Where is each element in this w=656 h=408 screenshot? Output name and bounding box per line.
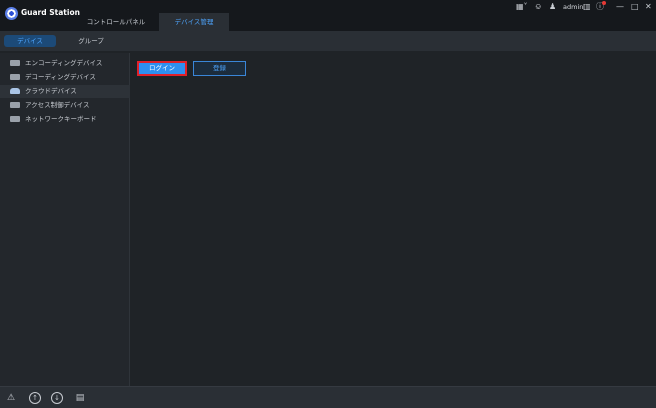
sidebar-item-label: デコーディングデバイス [25, 73, 96, 81]
register-button[interactable]: 登録 [193, 61, 246, 76]
device-type-sidebar: エンコーディングデバイス デコーディングデバイス クラウドデバイス アクセス制御… [0, 53, 130, 386]
sidebar-item-label: ネットワークキーボード [25, 115, 97, 123]
device-icon [10, 74, 20, 80]
sidebar-item-label: アクセス制御デバイス [25, 101, 90, 109]
app-logo-icon [5, 7, 18, 20]
sidebar-item-encoding[interactable]: エンコーディングデバイス [0, 57, 130, 70]
lock-icon[interactable]: ▥ [583, 2, 591, 12]
app-title: Guard Station [21, 8, 80, 17]
sidebar-item-label: エンコーディングデバイス [25, 59, 103, 67]
close-icon[interactable]: ✕ [645, 2, 652, 12]
users-icon[interactable]: ♟ [549, 2, 556, 12]
sidebar-item-label: クラウドデバイス [25, 87, 77, 95]
title-bar: Guard Station コントロールパネル デバイス管理 ▦˅ ⎉ ♟ ad… [0, 0, 656, 31]
notification-dot [602, 1, 606, 5]
warning-icon[interactable]: ⚠ [5, 392, 17, 404]
bottom-bar: ⚠ ↑ ↓ ▤ [0, 386, 656, 408]
upload-icon[interactable]: ↑ [29, 392, 41, 404]
device-icon [10, 102, 20, 108]
tab-devices[interactable]: デバイス [4, 35, 56, 47]
maximize-icon[interactable]: □ [631, 2, 639, 12]
task-list-icon[interactable]: ▤ [74, 392, 86, 404]
grid-menu-icon[interactable]: ▦˅ [516, 2, 528, 12]
keyboard-icon [10, 116, 20, 122]
user-name[interactable]: admin [563, 2, 583, 12]
cloud-icon [10, 88, 20, 94]
device-icon [10, 60, 20, 66]
main-panel: ログイン 登録 [131, 53, 656, 386]
sidebar-item-network-keyboard[interactable]: ネットワークキーボード [0, 113, 130, 126]
tab-groups[interactable]: グループ [68, 35, 114, 47]
download-icon[interactable]: ↓ [51, 392, 63, 404]
sidebar-item-decoding[interactable]: デコーディングデバイス [0, 71, 130, 84]
minimize-icon[interactable]: — [616, 2, 624, 12]
shirt-icon[interactable]: ⎉ [535, 2, 541, 12]
login-button[interactable]: ログイン [137, 61, 187, 76]
sidebar-item-access-control[interactable]: アクセス制御デバイス [0, 99, 130, 112]
sub-tab-bar: デバイス グループ [0, 31, 656, 51]
tab-control-panel[interactable]: コントロールパネル [84, 13, 148, 31]
sidebar-item-cloud[interactable]: クラウドデバイス [0, 85, 130, 98]
tab-device-management[interactable]: デバイス管理 [159, 13, 229, 31]
